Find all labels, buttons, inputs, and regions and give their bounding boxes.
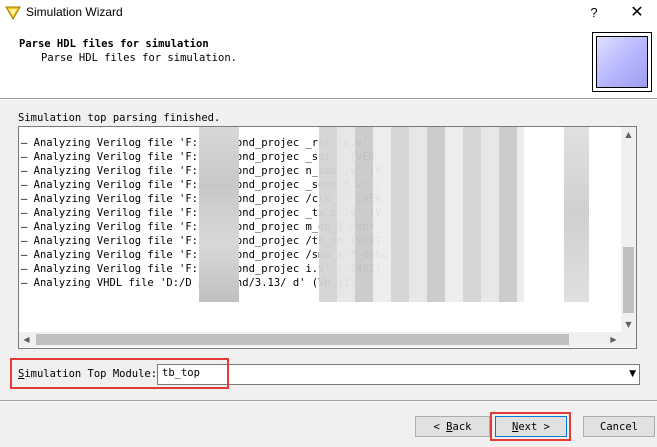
scroll-down-icon[interactable]: ▼ — [621, 317, 636, 332]
back-button[interactable]: < Back — [415, 416, 490, 437]
wizard-header: Parse HDL files for simulation Parse HDL… — [0, 28, 657, 98]
horizontal-scroll-thumb[interactable] — [36, 334, 569, 345]
back-label: ack — [452, 421, 472, 433]
redaction-block — [564, 127, 589, 302]
page-title: Parse HDL files for simulation — [19, 38, 209, 50]
redaction-block — [199, 127, 239, 302]
title-bar: Simulation Wizard ? ✕ — [0, 0, 657, 28]
scroll-right-icon[interactable]: ▶ — [606, 332, 621, 347]
footer-divider — [0, 400, 657, 402]
header-graphic — [592, 32, 652, 92]
wizard-body: Simulation top parsing finished. — Analy… — [0, 100, 657, 400]
top-module-select[interactable]: tb_top ▼ — [157, 364, 640, 385]
close-button[interactable]: ✕ — [624, 3, 650, 23]
vertical-scroll-thumb[interactable] — [623, 247, 634, 313]
page-subtitle: Parse HDL files for simulation. — [41, 52, 237, 64]
scroll-up-icon[interactable]: ▲ — [621, 127, 636, 142]
wizard-footer: < Back Next > Cancel — [0, 400, 657, 447]
dropdown-arrow-icon[interactable]: ▼ — [629, 367, 636, 381]
window-title: Simulation Wizard — [26, 5, 123, 19]
highlight-box-module — [10, 358, 229, 389]
back-arrow: < — [433, 421, 447, 433]
scroll-left-icon[interactable]: ◀ — [19, 332, 34, 347]
vertical-scrollbar[interactable]: ▲ ▼ — [621, 127, 636, 332]
highlight-box-next — [490, 412, 571, 441]
help-button[interactable]: ? — [583, 3, 605, 23]
cancel-button[interactable]: Cancel — [583, 416, 655, 437]
redaction-block — [319, 127, 524, 302]
log-output[interactable]: — Analyzing Verilog file 'F: _diamond_pr… — [18, 126, 637, 349]
horizontal-scrollbar[interactable]: ◀ ▶ — [19, 332, 621, 347]
scroll-corner — [621, 332, 636, 347]
wizard-icon — [5, 6, 21, 20]
status-label: Simulation top parsing finished. — [18, 112, 221, 124]
